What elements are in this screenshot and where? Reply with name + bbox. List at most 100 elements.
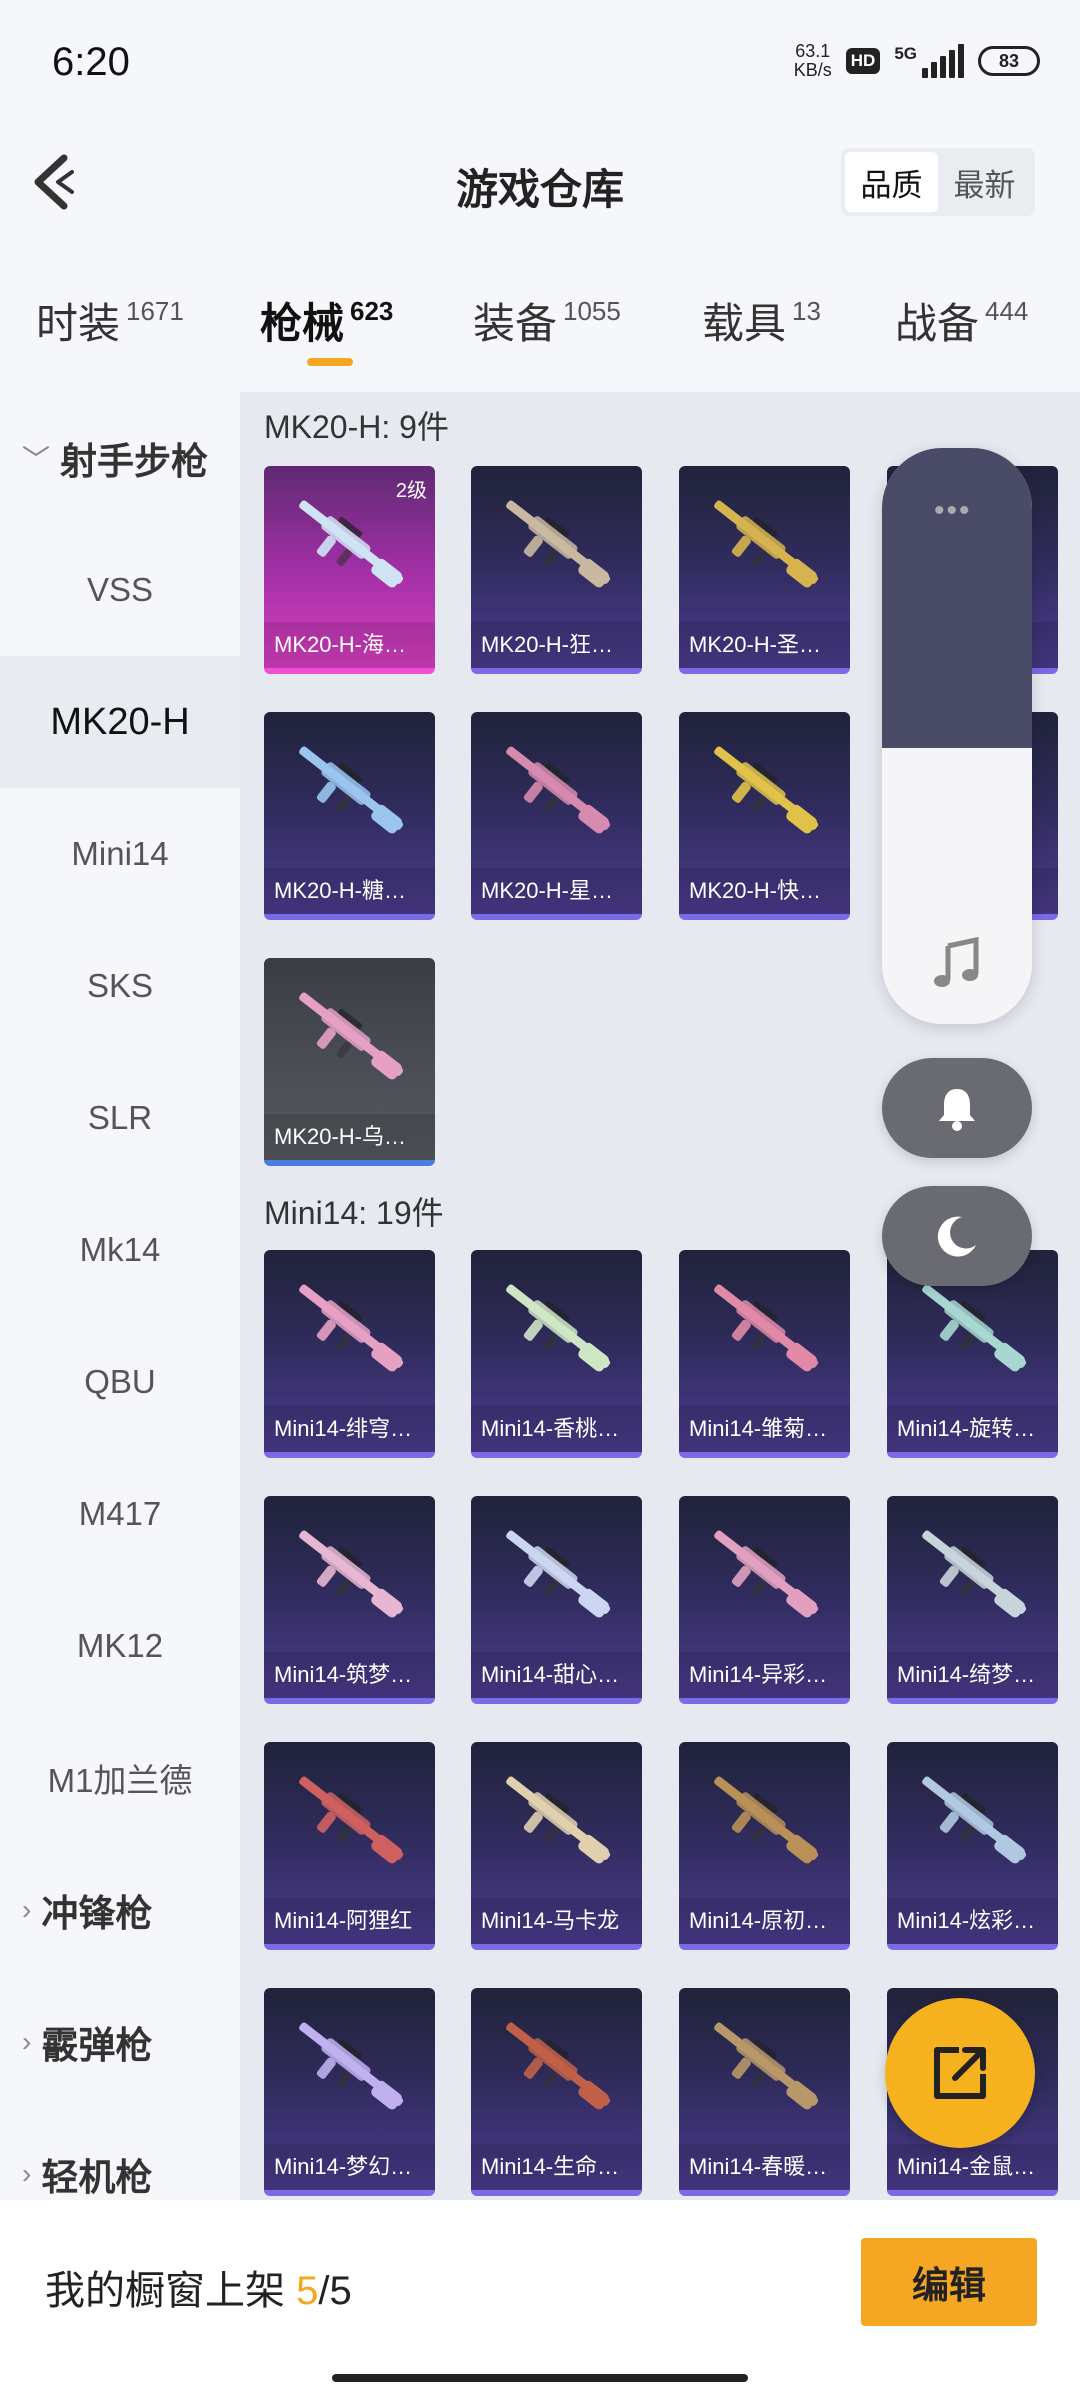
weapon-card[interactable]: Mini14-梦幻…	[264, 1988, 435, 2196]
weapon-name: MK20-H-星…	[471, 868, 642, 914]
weapon-card[interactable]: Mini14-绮梦…	[887, 1496, 1058, 1704]
chevron-right-icon: ›	[22, 2026, 32, 2057]
gun-icon	[299, 2022, 404, 2110]
weapon-name: Mini14-金鼠…	[887, 2144, 1058, 2190]
weapon-name: Mini14-旋转…	[887, 1406, 1058, 1452]
weapon-card[interactable]: MK20-H-海… 2级	[264, 466, 435, 674]
gun-icon	[506, 2022, 611, 2110]
weapon-name: Mini14-异彩…	[679, 1652, 850, 1698]
status-bar: 6:20 63.1 KB/s HD 5G 83	[0, 0, 1080, 130]
gun-icon	[299, 992, 404, 1080]
weapon-card[interactable]: MK20-H-狂…	[471, 466, 642, 674]
weapon-name: MK20-H-海…	[264, 622, 435, 668]
sidebar-item-qbu[interactable]: QBU	[0, 1316, 240, 1448]
weapon-card[interactable]: Mini14-甜心…	[471, 1496, 642, 1704]
sidebar-category-marksman[interactable]: ﹀ 射手步枪	[0, 392, 240, 524]
ring-mode-button[interactable]	[882, 1058, 1032, 1158]
weapon-card[interactable]: Mini14-马卡龙	[471, 1742, 642, 1950]
weapon-card[interactable]: Mini14-生命…	[471, 1988, 642, 2196]
weapon-name: Mini14-阿狸红	[264, 1898, 435, 1944]
gun-icon	[922, 1284, 1027, 1372]
sidebar-item-mini14[interactable]: Mini14	[0, 788, 240, 920]
weapon-sidebar: ﹀ 射手步枪 VSS MK20-H Mini14 SKS SLR Mk14 QBU…	[0, 392, 240, 2200]
sort-option-quality[interactable]: 品质	[845, 152, 938, 212]
weapon-name: Mini14-绮梦…	[887, 1652, 1058, 1698]
gun-icon	[922, 1530, 1027, 1618]
weapon-card[interactable]: MK20-H-乌…	[264, 958, 435, 1166]
gun-icon	[506, 1776, 611, 1864]
gun-icon	[506, 500, 611, 588]
weapon-card[interactable]: Mini14-筑梦…	[264, 1496, 435, 1704]
weapon-card[interactable]: Mini14-原初…	[679, 1742, 850, 1950]
level-badge: 2级	[395, 480, 427, 502]
weapon-card[interactable]: Mini14-香桃…	[471, 1250, 642, 1458]
weapon-name: MK20-H-乌…	[264, 1114, 435, 1160]
status-icons: 63.1 KB/s HD 5G 83	[794, 42, 1040, 80]
tab-equipment[interactable]: 装备 1055	[473, 290, 621, 351]
hd-icon: HD	[845, 48, 881, 74]
dark-mode-button[interactable]	[882, 1186, 1032, 1286]
battery-icon: 83	[978, 46, 1040, 76]
bell-icon	[939, 1089, 975, 1131]
weapon-name: Mini14-梦幻…	[264, 2144, 435, 2190]
sidebar-item-m1-garand[interactable]: M1加兰德	[0, 1712, 240, 1844]
weapon-name: MK20-H-圣…	[679, 622, 850, 668]
network-speed: 63.1 KB/s	[793, 41, 832, 80]
edit-button[interactable]: 编辑	[861, 2238, 1037, 2326]
weapon-card[interactable]: MK20-H-糖…	[264, 712, 435, 920]
gun-icon	[922, 1776, 1027, 1864]
gun-icon	[714, 500, 819, 588]
weapon-card[interactable]: Mini14-春暖…	[679, 1988, 850, 2196]
gun-icon	[714, 746, 819, 834]
weapon-card[interactable]: Mini14-异彩…	[679, 1496, 850, 1704]
gun-icon	[714, 1776, 819, 1864]
gun-icon	[299, 1284, 404, 1372]
moon-icon	[937, 1216, 976, 1257]
share-button[interactable]	[885, 1998, 1035, 2148]
gun-icon	[714, 1284, 819, 1372]
section-title-mini14: Mini14: 19件	[264, 1195, 444, 1231]
sidebar-item-vss[interactable]: VSS	[0, 524, 240, 656]
sidebar-item-mk12[interactable]: MK12	[0, 1580, 240, 1712]
weapon-name: Mini14-甜心…	[471, 1652, 642, 1698]
weapon-card[interactable]: MK20-H-圣…	[679, 466, 850, 674]
weapon-card[interactable]: MK20-H-星…	[471, 712, 642, 920]
signal-icon: 5G	[894, 44, 964, 78]
weapon-card[interactable]: Mini14-炫彩…	[887, 1742, 1058, 1950]
clock: 6:20	[52, 40, 130, 84]
chevron-right-icon: ›	[22, 2158, 32, 2189]
weapon-card[interactable]: MK20-H-快…	[679, 712, 850, 920]
weapon-name: MK20-H-快…	[679, 868, 850, 914]
gun-icon	[506, 746, 611, 834]
weapon-name: Mini14-炫彩…	[887, 1898, 1058, 1944]
weapon-name: Mini14-原初…	[679, 1898, 850, 1944]
sidebar-item-slr[interactable]: SLR	[0, 1052, 240, 1184]
sort-toggle: 品质 最新	[841, 148, 1035, 216]
gun-icon	[299, 1530, 404, 1618]
sidebar-item-m417[interactable]: M417	[0, 1448, 240, 1580]
sidebar-item-sks[interactable]: SKS	[0, 920, 240, 1052]
sidebar-category-smg[interactable]: › 冲锋枪	[0, 1844, 240, 1976]
sort-option-newest[interactable]: 最新	[938, 152, 1031, 212]
weapon-card[interactable]: Mini14-阿狸红	[264, 1742, 435, 1950]
weapon-name: Mini14-香桃…	[471, 1406, 642, 1452]
showcase-label: 我的橱窗上架 5/5	[45, 2269, 352, 2313]
tab-supplies[interactable]: 战备 444	[895, 290, 1028, 351]
volume-slider[interactable]: •••	[882, 448, 1032, 1024]
sidebar-category-shotgun[interactable]: › 霰弹枪	[0, 1976, 240, 2108]
chevron-right-icon: ›	[22, 1894, 32, 1925]
sidebar-item-mk14[interactable]: Mk14	[0, 1184, 240, 1316]
tab-fashion[interactable]: 时装 1671	[36, 290, 184, 351]
tab-vehicles[interactable]: 载具 13	[702, 290, 821, 351]
home-indicator[interactable]	[332, 2374, 748, 2382]
weapon-name: Mini14-马卡龙	[471, 1898, 642, 1944]
weapon-card[interactable]: Mini14-绯穹…	[264, 1250, 435, 1458]
more-icon: •••	[934, 494, 972, 527]
header: 游戏仓库 品质 最新	[0, 130, 1080, 240]
sidebar-item-mk20h[interactable]: MK20-H	[0, 656, 240, 788]
weapon-card[interactable]: Mini14-雏菊…	[679, 1250, 850, 1458]
weapon-name: MK20-H-糖…	[264, 868, 435, 914]
weapon-name: Mini14-绯穹…	[264, 1406, 435, 1452]
tab-guns[interactable]: 枪械 623	[260, 290, 393, 351]
weapon-name: Mini14-雏菊…	[679, 1406, 850, 1452]
